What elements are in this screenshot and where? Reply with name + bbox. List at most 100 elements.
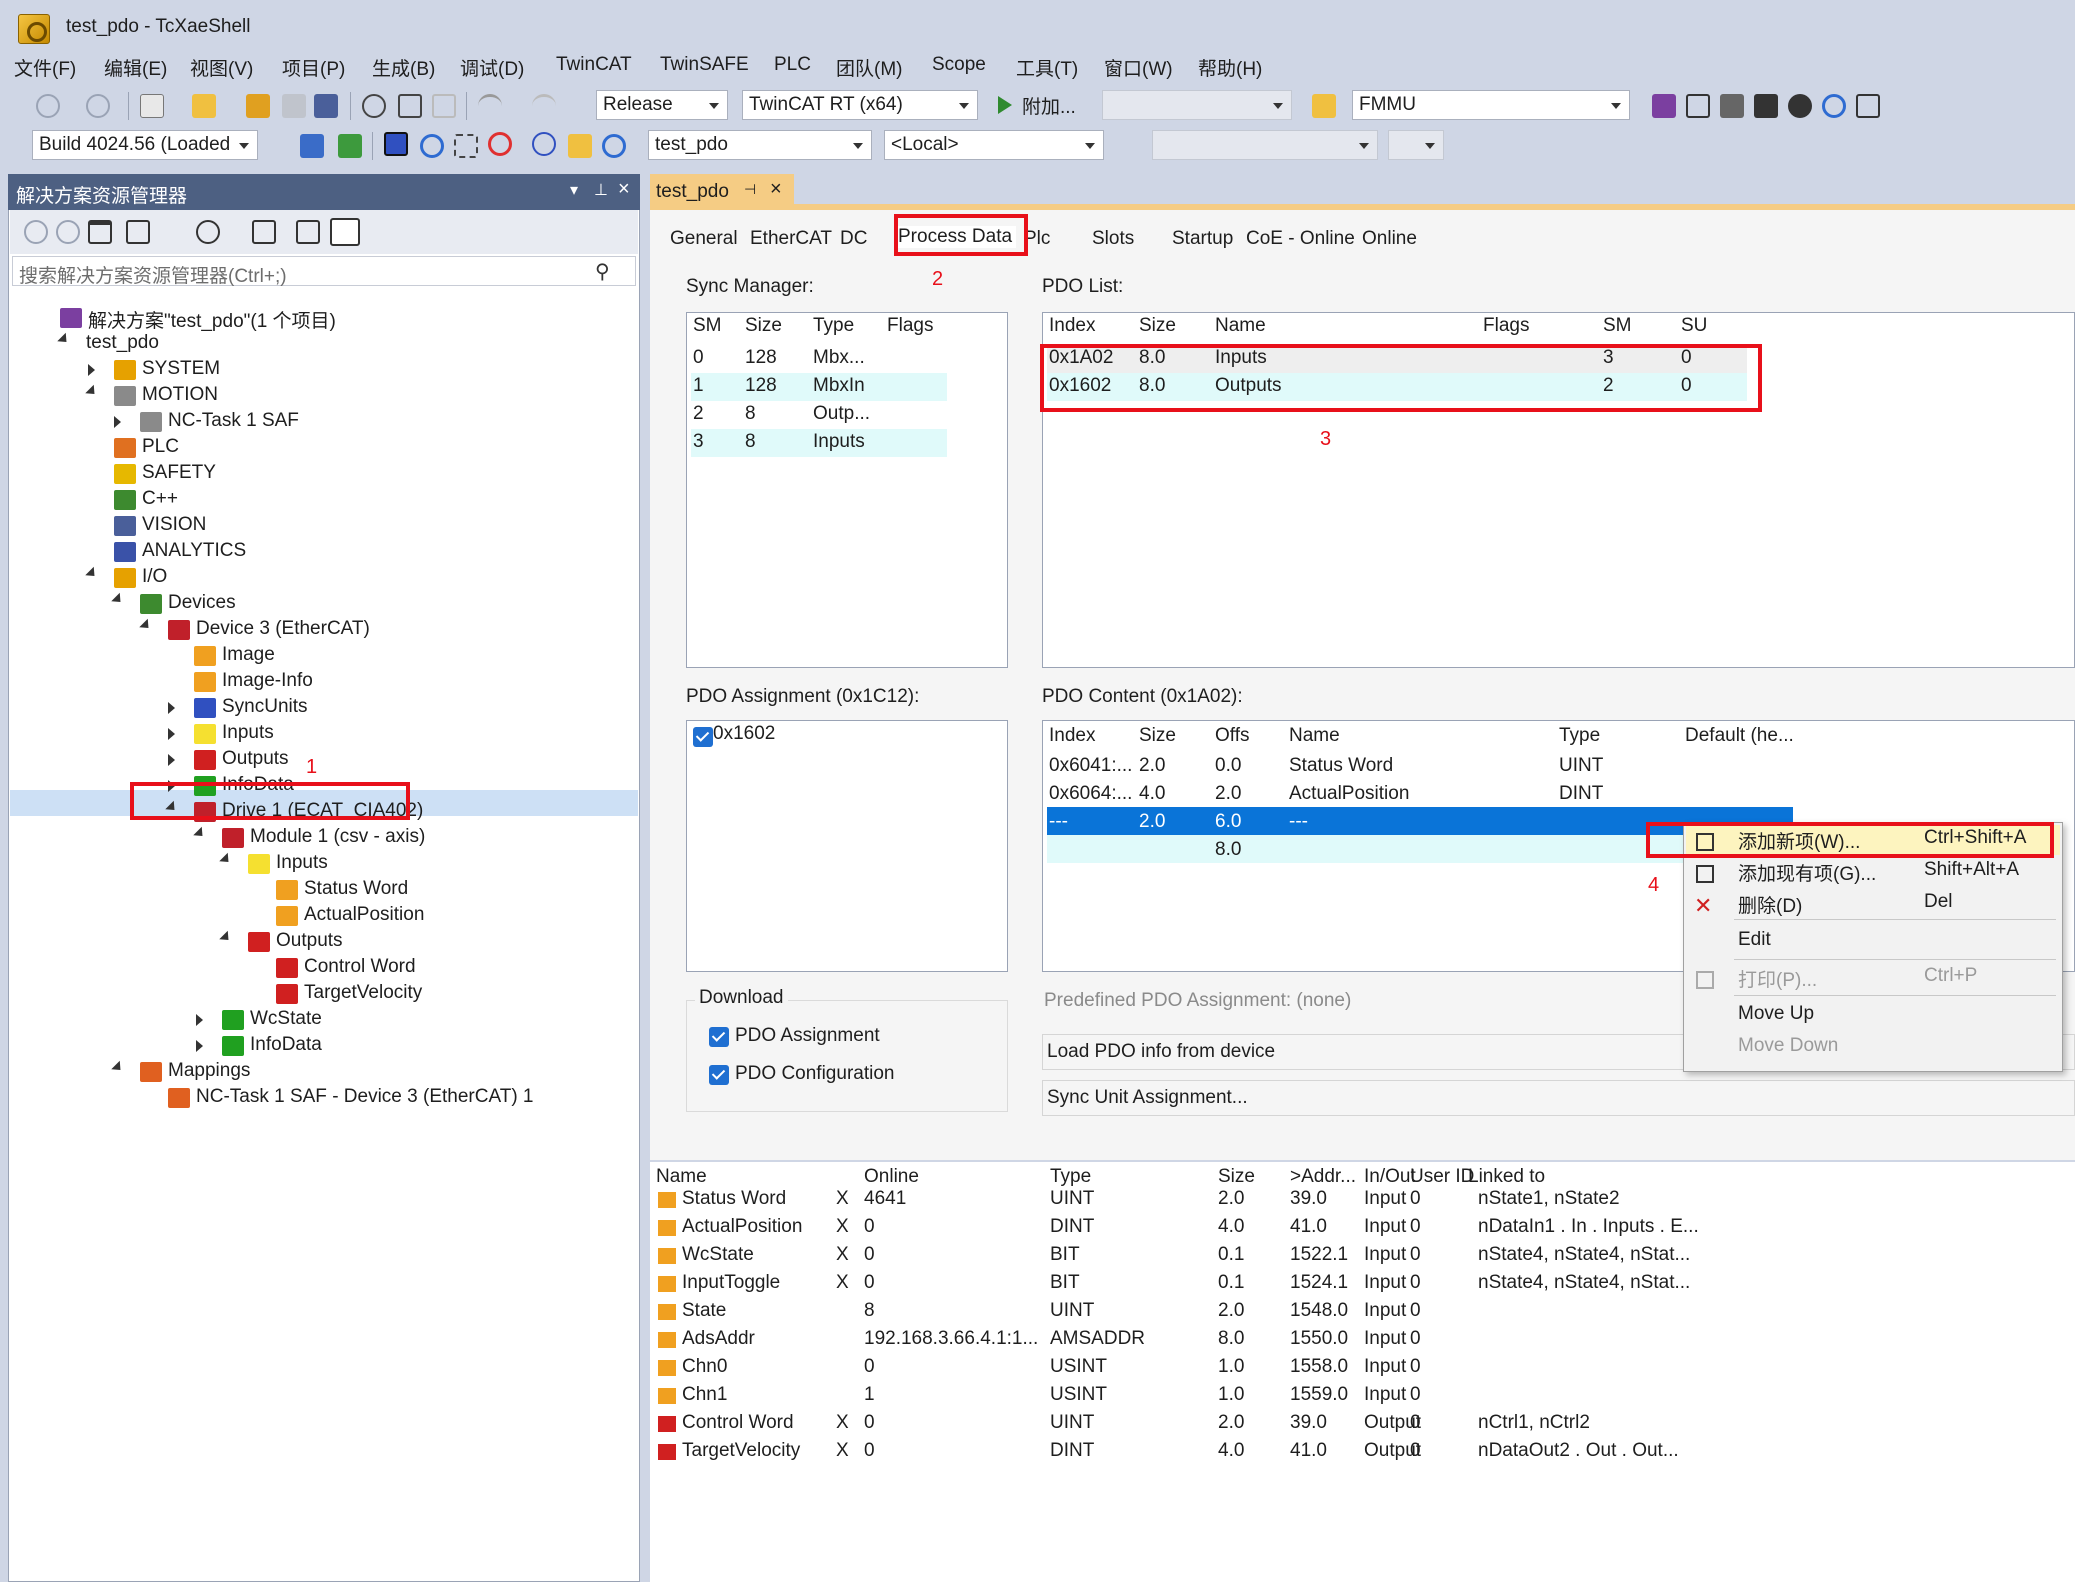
pdo-configuration-download-checkbox[interactable] (709, 1065, 729, 1085)
find-icon[interactable] (1312, 94, 1336, 118)
team-icon[interactable] (1788, 94, 1812, 118)
context-menu-item[interactable]: 打印(P)... (1738, 965, 1817, 992)
menu-item[interactable]: 工具(T) (1016, 54, 1078, 81)
start-icon[interactable] (998, 96, 1012, 114)
column-header[interactable]: Name (656, 1166, 707, 1188)
window-icon[interactable] (1720, 94, 1744, 118)
context-menu-item[interactable]: Edit (1738, 929, 1771, 951)
column-header[interactable]: Index (1049, 315, 1095, 337)
close-icon[interactable]: × (770, 178, 782, 201)
tab-dc[interactable]: DC (840, 228, 867, 250)
target-combo[interactable]: <Local> (884, 130, 1104, 160)
variable-cell[interactable]: InputToggle (682, 1272, 780, 1294)
pdo-assignment-item[interactable]: 0x1602 (713, 723, 775, 745)
pin-icon[interactable]: ⊣ (744, 181, 756, 198)
search-icon[interactable]: ⚲ (595, 259, 610, 284)
save-all-icon[interactable] (314, 94, 338, 118)
tab-general[interactable]: General (670, 228, 738, 250)
column-header[interactable]: User ID (1410, 1166, 1474, 1188)
home-icon[interactable] (88, 220, 112, 244)
refresh-icon[interactable] (1822, 94, 1846, 118)
configuration-combo[interactable]: Release (596, 90, 728, 120)
attach-button[interactable]: 附加... (1022, 92, 1076, 119)
menu-item[interactable]: TwinCAT (556, 54, 632, 76)
sync-unit-assignment-button[interactable]: Sync Unit Assignment... (1042, 1080, 2075, 1116)
variable-cell[interactable]: Status Word (682, 1188, 786, 1210)
column-header[interactable]: SM (1603, 315, 1632, 337)
column-header[interactable]: Flags (1483, 315, 1529, 337)
undo-icon[interactable] (478, 94, 502, 118)
menu-item[interactable]: 调试(D) (460, 54, 524, 81)
menu-item[interactable]: 项目(P) (282, 54, 345, 81)
menu-item[interactable]: Scope (932, 54, 986, 76)
tab-startup[interactable]: Startup (1172, 228, 1233, 250)
column-header[interactable]: Type (1050, 1166, 1091, 1188)
variable-cell[interactable]: Control Word (682, 1412, 794, 1434)
pdo-assignment-download-checkbox[interactable] (709, 1027, 729, 1047)
menu-item[interactable]: 文件(F) (14, 54, 76, 81)
scan-icon[interactable] (454, 134, 478, 158)
variable-cell[interactable]: TargetVelocity (682, 1440, 800, 1462)
project-combo[interactable]: test_pdo (648, 130, 872, 160)
new-project-icon[interactable] (140, 94, 164, 118)
run-mode-icon[interactable] (384, 132, 408, 156)
column-header[interactable]: Type (1559, 725, 1600, 747)
column-header[interactable]: Name (1289, 725, 1340, 747)
expand-arrow-icon[interactable] (168, 728, 175, 740)
column-header[interactable]: Size (1139, 315, 1176, 337)
tab-ethercat[interactable]: EtherCAT (750, 228, 832, 250)
redo-icon[interactable] (532, 94, 556, 118)
solution-search-box[interactable]: 搜索解决方案资源管理器(Ctrl+;) ⚲ (12, 256, 636, 287)
column-header[interactable]: Size (1139, 725, 1176, 747)
activate-icon[interactable] (338, 134, 362, 158)
context-menu-item[interactable]: 删除(D) (1738, 891, 1802, 918)
column-header[interactable]: Index (1049, 725, 1095, 747)
vs-icon[interactable] (1652, 94, 1676, 118)
menu-item[interactable]: 团队(M) (836, 54, 902, 81)
menu-item[interactable]: 生成(B) (372, 54, 435, 81)
plc-project-combo[interactable] (1152, 130, 1378, 160)
expand-arrow-icon[interactable] (196, 1014, 203, 1026)
tab-test-pdo[interactable]: test_pdo ⊣ × (650, 174, 794, 210)
pin-icon[interactable]: ⊥ (594, 180, 608, 200)
back-icon[interactable] (24, 220, 48, 244)
build-combo[interactable]: Build 4024.56 (Loaded (32, 130, 258, 160)
expand-arrow-icon[interactable] (196, 1040, 203, 1052)
pending-changes-icon[interactable] (196, 220, 220, 244)
toolbox-icon[interactable] (1754, 94, 1778, 118)
column-header[interactable]: Default (he... (1685, 725, 1794, 747)
pdo-assignment-checkbox[interactable] (693, 727, 713, 747)
add-item-icon[interactable] (192, 94, 216, 118)
instance-combo[interactable] (1388, 130, 1444, 160)
reload-icon[interactable] (420, 134, 444, 158)
menu-item[interactable]: 编辑(E) (104, 54, 167, 81)
variable-cell[interactable]: ActualPosition (682, 1216, 802, 1238)
back-icon[interactable] (36, 94, 60, 118)
menu-item[interactable]: 窗口(W) (1104, 54, 1173, 81)
console-icon[interactable] (1856, 94, 1880, 118)
tab-online[interactable]: Online (1362, 228, 1417, 250)
wrench-icon[interactable] (1686, 94, 1710, 118)
disconnect-icon[interactable] (602, 134, 626, 158)
dropdown-icon[interactable]: ▾ (570, 180, 578, 200)
toggle-free-run-icon[interactable] (532, 132, 556, 156)
variable-cell[interactable]: State (682, 1300, 726, 1322)
expand-arrow-icon[interactable] (168, 702, 175, 714)
column-header[interactable]: Size (745, 315, 782, 337)
sync-manager-grid[interactable]: SM Size Type Flags 0 128 Mbx... 1 128 MbxIn 2 8 Outp… (686, 312, 1008, 668)
column-header[interactable]: Type (813, 315, 854, 337)
platform-combo[interactable]: TwinCAT RT (x64) (742, 90, 978, 120)
tab-coe-online[interactable]: CoE - Online (1246, 228, 1355, 250)
switch-views-icon[interactable] (126, 220, 150, 244)
variable-cell[interactable]: Chn0 (682, 1356, 727, 1378)
column-header[interactable]: Online (864, 1166, 919, 1188)
open-icon[interactable] (246, 94, 270, 118)
config-icon[interactable] (300, 134, 324, 158)
column-header[interactable]: SU (1681, 315, 1707, 337)
cut-icon[interactable] (362, 94, 386, 118)
forward-icon[interactable] (86, 94, 110, 118)
column-header[interactable]: Linked to (1468, 1166, 1545, 1188)
menu-item[interactable]: TwinSAFE (660, 54, 749, 76)
context-menu-item[interactable]: Move Down (1738, 1035, 1838, 1057)
collapse-all-icon[interactable] (252, 220, 276, 244)
